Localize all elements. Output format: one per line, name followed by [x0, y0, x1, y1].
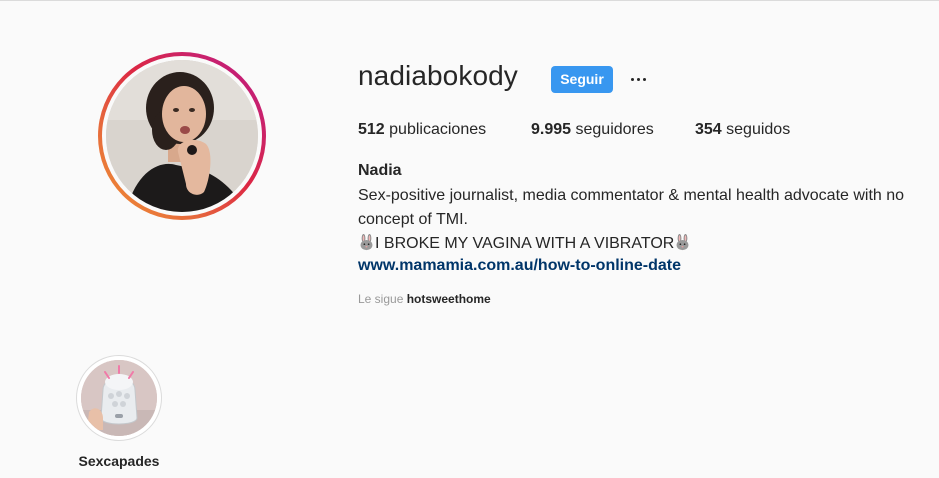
profile-username: nadiabokody [358, 60, 518, 91]
highlight-label: Sexcapades [78, 453, 160, 469]
following-label: seguidos [726, 121, 791, 138]
highlight-ring [76, 355, 162, 441]
bio-website-link[interactable]: www.mamamia.com.au/how-to-online-date [358, 257, 681, 275]
highlight-cover-image [81, 360, 157, 436]
rabbit-face-icon [676, 234, 689, 251]
stat-posts: 512 publicaciones [358, 121, 486, 139]
bio-line-2: concept of TMI. [358, 211, 468, 228]
more-options-icon[interactable] [628, 68, 648, 90]
posts-count: 512 [358, 121, 385, 138]
followers-label: seguidores [575, 121, 654, 138]
followers-count: 9.995 [531, 121, 572, 138]
bio-line-1: Sex-positive journalist, media commentat… [358, 187, 905, 204]
stat-following[interactable]: 354 seguidos [695, 121, 790, 139]
posts-label: publicaciones [389, 121, 487, 138]
followed-by-prefix: Le sigue [358, 292, 404, 306]
bio-text: Sex-positive journalist, media commentat… [358, 184, 918, 256]
rabbit-face-icon [360, 234, 373, 251]
following-count: 354 [695, 121, 722, 138]
followed-by-user-link[interactable]: hotsweethome [407, 292, 491, 306]
bio-line-3: I BROKE MY VAGINA WITH A VIBRATOR [358, 232, 918, 256]
follow-button[interactable]: Seguir [551, 66, 613, 93]
profile-avatar[interactable] [98, 52, 266, 220]
bio-name: Nadia [358, 162, 402, 179]
top-divider [0, 0, 939, 1]
bio-line-3-text: I BROKE MY VAGINA WITH A VIBRATOR [375, 235, 675, 252]
followed-by: Le sigue hotsweethome [358, 292, 491, 306]
avatar-photo [106, 60, 258, 212]
stat-followers[interactable]: 9.995 seguidores [531, 121, 654, 139]
